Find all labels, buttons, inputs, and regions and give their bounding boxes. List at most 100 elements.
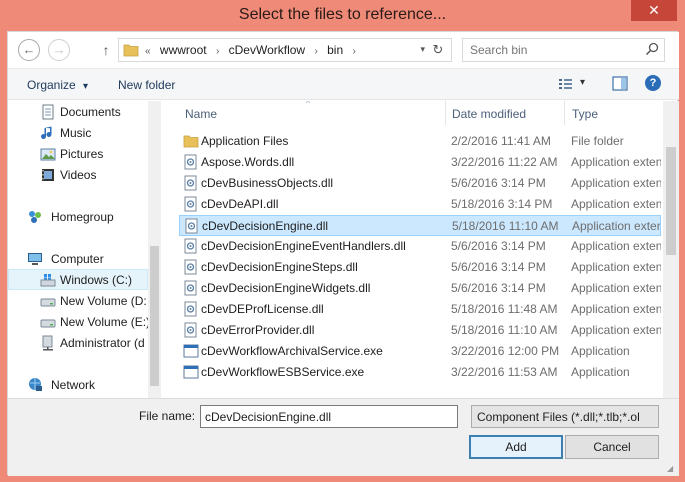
column-header-type[interactable]: Type [572,101,598,125]
documents-icon [42,104,54,120]
file-row[interactable]: Application Files 2/2/2016 11:41 AM File f… [179,131,661,152]
file-name: cDevDecisionEngineEventHandlers.dll [201,239,406,253]
file-type-filter[interactable]: Component Files (*.dll;*.tlb;*.ol [471,405,659,428]
dll-icon [185,218,198,234]
nav-item-label: Documents [60,105,121,119]
breadcrumb-overflow[interactable]: « [145,46,151,57]
address-bar[interactable]: « wwwroot › cDevWorkflow › bin › ▾ ↻ [118,38,452,62]
resize-grip[interactable]: ◢ [667,464,677,474]
file-row[interactable]: cDevDEProfLicense.dll 5/18/2016 11:48 AM A… [179,299,661,320]
navigation-bar: ← → ↑ « wwwroot › cDevWorkflow › bin › ▾… [8,32,679,68]
file-date-modified: 3/22/2016 11:22 AM [451,155,558,169]
add-button[interactable]: Add [469,435,563,459]
column-divider[interactable] [445,101,446,125]
address-history-dropdown[interactable]: ▾ [420,44,425,55]
videos-icon [42,169,54,181]
view-options-icon[interactable] [556,75,576,93]
nav-item-administrator[interactable]: Administrator (d [8,333,148,354]
file-list-scrollbar-thumb[interactable] [666,147,676,255]
file-date-modified: 2/2/2016 11:41 AM [451,134,551,148]
file-row[interactable]: cDevBusinessObjects.dll 5/6/2016 3:14 PM A… [179,173,661,194]
dll-icon [184,322,197,338]
file-type: Application extens [571,239,661,253]
file-list[interactable]: Name ^ Date modified Type Application Fi… [165,101,679,401]
nav-item-new-volume-d[interactable]: New Volume (D: [8,291,148,312]
file-row[interactable]: cDevDecisionEngine.dll 5/18/2016 11:10 AM… [179,215,661,236]
file-date-modified: 3/22/2016 11:53 AM [451,365,558,379]
file-type: Application extens [571,281,661,295]
close-button[interactable]: ✕ [631,0,677,21]
nav-item-network[interactable]: Network [8,375,148,396]
cancel-button[interactable]: Cancel [565,435,659,459]
drive-icon [40,298,56,307]
chevron-down-icon: ▾ [83,81,89,92]
breadcrumb: « wwwroot › cDevWorkflow › bin › [145,43,362,57]
exe-icon [183,365,199,379]
title-bar[interactable]: Select the files to reference... ✕ [0,0,685,32]
nav-item-label: Windows (C:) [60,273,133,287]
file-name-label: File name: [139,409,196,423]
nav-item-computer[interactable]: Computer [8,249,148,270]
search-icon[interactable] [645,42,659,56]
nav-item-label: Videos [60,168,97,182]
nav-item-new-volume-e[interactable]: New Volume (E:) [8,312,148,333]
file-date-modified: 5/6/2016 3:14 PM [451,239,546,253]
network-drive-icon [42,335,53,351]
file-row[interactable]: cDevDecisionEngineSteps.dll 5/6/2016 3:14… [179,257,661,278]
file-name: Application Files [201,134,289,148]
column-divider[interactable] [564,101,565,125]
dll-icon [184,259,197,275]
breadcrumb-separator[interactable]: › [216,46,219,57]
file-row[interactable]: cDevDecisionEngineEventHandlers.dll 5/6/2… [179,236,661,257]
file-row[interactable]: cDevWorkflowArchivalService.exe 3/22/2016… [179,341,661,362]
file-name: cDevDecisionEngine.dll [202,219,329,233]
file-list-scrollbar[interactable] [663,101,679,401]
forward-button[interactable]: → [48,39,70,61]
nav-item-documents[interactable]: Documents [8,102,148,123]
file-type: Application extens [571,176,661,190]
back-button[interactable]: ← [18,39,40,61]
file-row[interactable]: cDevWorkflowESBService.exe 3/22/2016 11:5… [179,362,661,383]
navigation-scrollbar-thumb[interactable] [150,246,159,386]
file-type: Application extens [571,323,661,337]
column-header-date[interactable]: Date modified [452,101,526,125]
nav-item-music[interactable]: Music [8,123,148,144]
folder-icon [123,44,139,57]
navigation-pane[interactable]: Documents Music Pictures Videos Homegrou… [8,101,161,401]
nav-item-videos[interactable]: Videos [8,165,148,186]
breadcrumb-separator[interactable]: › [314,46,317,57]
help-button[interactable]: ? [645,75,661,91]
file-date-modified: 5/6/2016 3:14 PM [451,260,546,274]
file-type: Application extens [572,219,661,233]
nav-item-windows-c[interactable]: Windows (C:) [8,269,148,290]
refresh-button[interactable]: ↻ [429,42,447,58]
nav-item-homegroup[interactable]: Homegroup [8,207,148,228]
file-type: File folder [571,134,624,148]
search-box[interactable] [462,38,665,62]
nav-item-pictures[interactable]: Pictures [8,144,148,165]
column-header-name[interactable]: Name [185,101,217,125]
up-button[interactable]: ↑ [98,40,114,60]
search-input[interactable] [463,39,643,61]
drive-icon [40,319,56,328]
breadcrumb-separator[interactable]: › [352,46,355,57]
new-folder-button[interactable]: New folder [118,78,175,92]
file-date-modified: 5/6/2016 3:14 PM [451,176,546,190]
exe-icon [183,344,199,358]
file-row[interactable]: cDevErrorProvider.dll 5/18/2016 11:10 AM A… [179,320,661,341]
preview-pane-icon[interactable] [610,75,630,93]
breadcrumb-cdevworkflow[interactable]: cDevWorkflow [229,43,305,57]
nav-item-label: Pictures [60,147,104,161]
organize-button[interactable]: Organize ▾ [27,78,88,92]
file-row[interactable]: cDevDeAPI.dll 5/18/2016 3:14 PM Applicatio… [179,194,661,215]
file-type: Application extens [571,260,661,274]
breadcrumb-wwwroot[interactable]: wwwroot [160,43,207,57]
pictures-icon [40,148,56,161]
breadcrumb-bin[interactable]: bin [327,43,343,57]
dll-icon [184,301,197,317]
file-row[interactable]: Aspose.Words.dll 3/22/2016 11:22 AM Applic… [179,152,661,173]
file-name-input[interactable] [200,405,458,428]
navigation-scrollbar[interactable] [148,101,161,401]
file-row[interactable]: cDevDecisionEngineWidgets.dll 5/6/2016 3:… [179,278,661,299]
view-dropdown-icon[interactable]: ▾ [580,77,585,88]
